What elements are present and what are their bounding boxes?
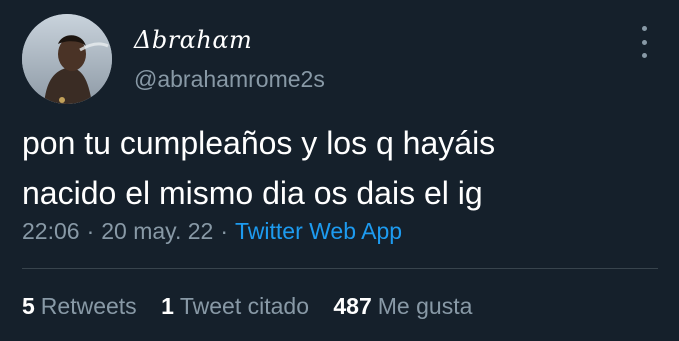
meta-separator: · (220, 218, 228, 244)
quotes-count: 1 (161, 293, 174, 319)
more-options-icon[interactable] (636, 26, 652, 58)
retweets-label: Retweets (40, 293, 137, 319)
meta-separator: · (86, 218, 95, 244)
tweet-time[interactable]: 22:06 (22, 218, 80, 244)
tweet-stats: 5 Retweets 1 Tweet citado 487 Me gusta (22, 293, 490, 320)
retweets-count: 5 (22, 293, 35, 319)
tweet-text: pon tu cumpleaños y los q hayáis nacido … (22, 118, 662, 218)
likes-label: Me gusta (377, 293, 473, 319)
author-handle[interactable]: @abrahamrome2s (134, 66, 325, 93)
tweet-text-line: pon tu cumpleaños y los q hayáis (22, 125, 496, 161)
more-dot (641, 53, 647, 58)
tweet-date[interactable]: 20 may. 22 (101, 218, 213, 244)
more-dot (641, 26, 647, 31)
likes-count: 487 (333, 293, 372, 319)
likes-stat[interactable]: 487 Me gusta (333, 293, 472, 320)
tweet-detail: Δbrαhαm @abrahamrome2s pon tu cumpleaños… (0, 0, 679, 341)
tweet-text-line: nacido el mismo dia os dais el ig (22, 175, 483, 211)
quotes-stat[interactable]: 1 Tweet citado (161, 293, 309, 320)
more-dot (641, 39, 647, 45)
tweet-source-link[interactable]: Twitter Web App (235, 218, 402, 244)
avatar[interactable] (22, 14, 112, 104)
tweet-meta: 22:06 · 20 may. 22 · Twitter Web App (22, 218, 402, 245)
profile-photo-icon (22, 14, 112, 104)
quotes-label: Tweet citado (179, 293, 309, 319)
retweets-stat[interactable]: 5 Retweets (22, 293, 137, 320)
author-display-name[interactable]: Δbrαhαm (134, 26, 252, 54)
divider (22, 268, 658, 269)
